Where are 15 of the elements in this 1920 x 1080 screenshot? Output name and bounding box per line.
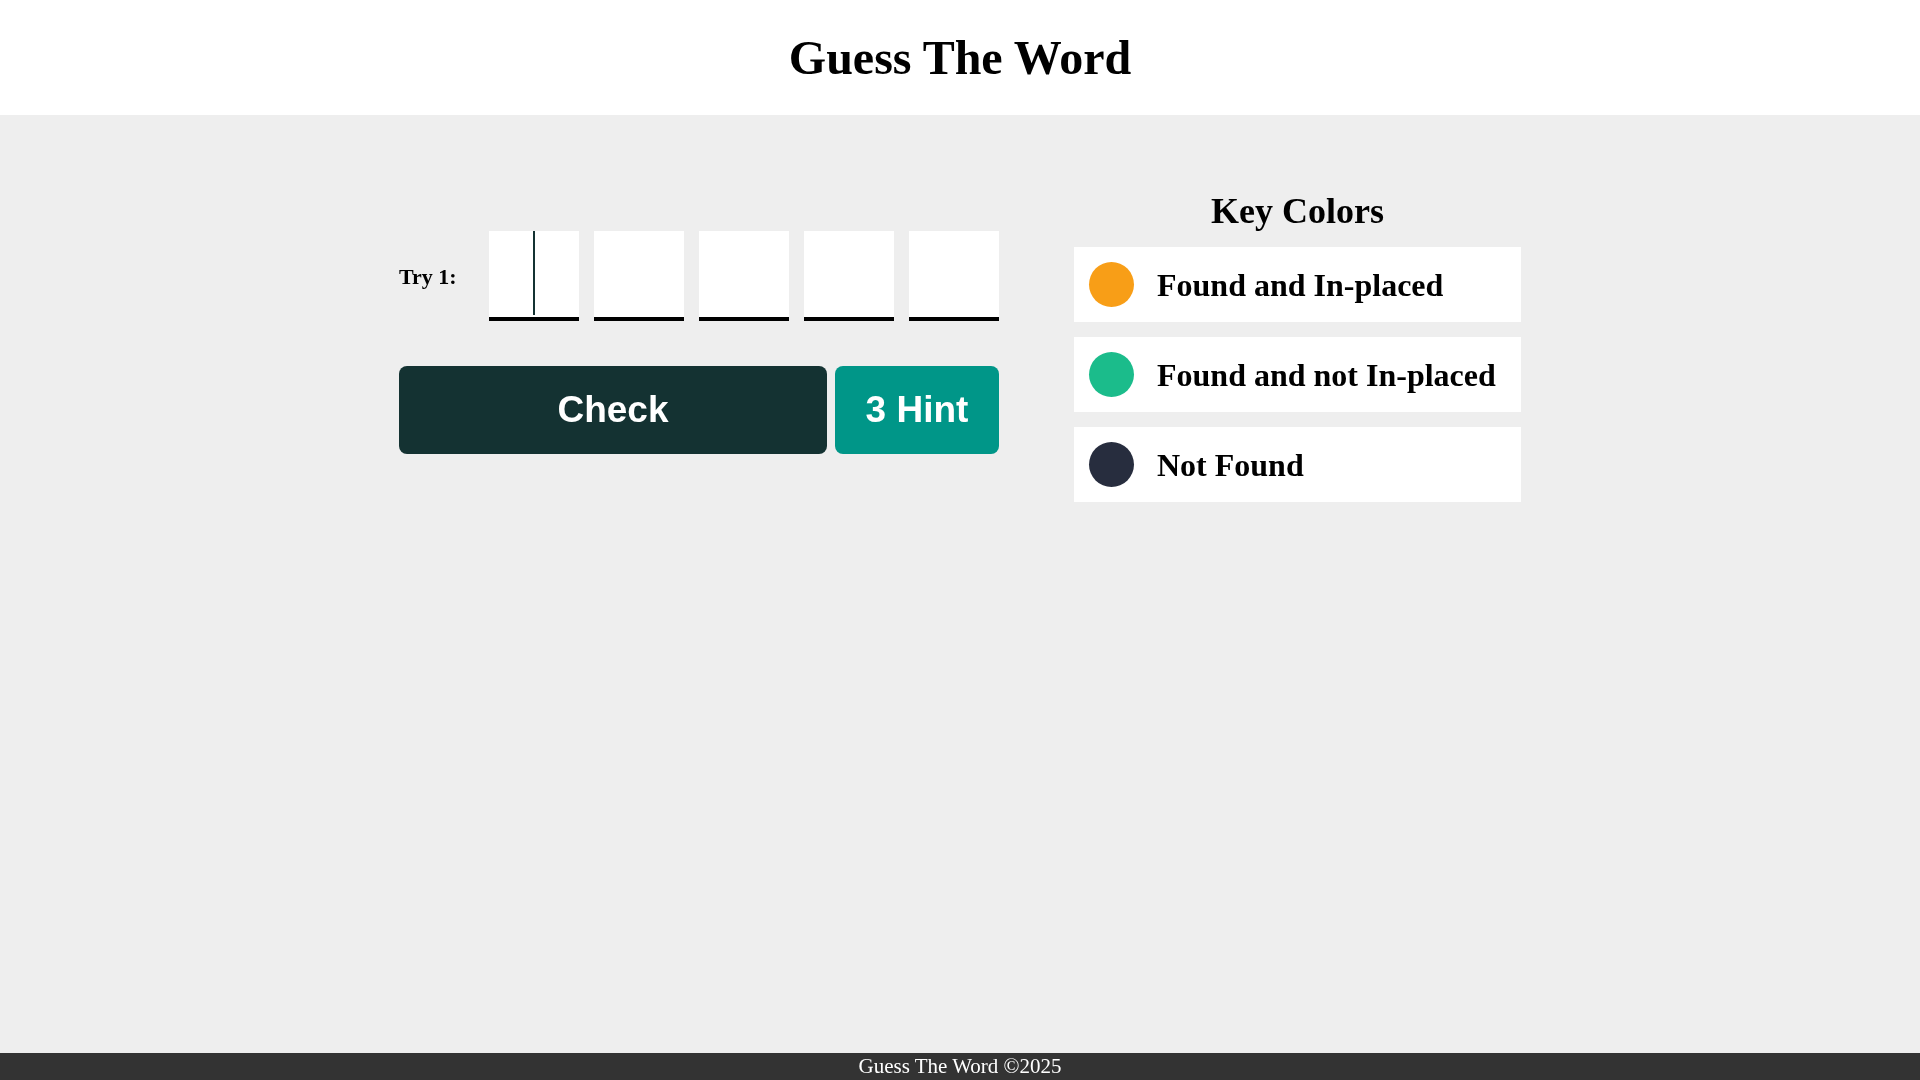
hint-button[interactable]: 3 Hint (835, 366, 999, 454)
key-colors-title: Key Colors (1210, 190, 1385, 233)
try-label: Try 1: (399, 262, 458, 291)
letter-field[interactable] (489, 231, 579, 321)
footer-text: Guess The Word ©2025 (858, 1056, 1062, 1077)
legend-label: Found and In-placed (1157, 265, 1444, 305)
letter-field[interactable] (594, 231, 684, 321)
legend-label: Found and not In-placed (1157, 355, 1496, 395)
letter-field[interactable] (909, 231, 999, 321)
letter-field[interactable] (804, 231, 894, 321)
letter-field[interactable] (699, 231, 789, 321)
text-cursor-icon (533, 231, 535, 315)
check-button[interactable]: Check (399, 366, 827, 454)
legend-label: Not Found (1157, 445, 1304, 485)
page-title: Guess The Word (788, 33, 1132, 82)
